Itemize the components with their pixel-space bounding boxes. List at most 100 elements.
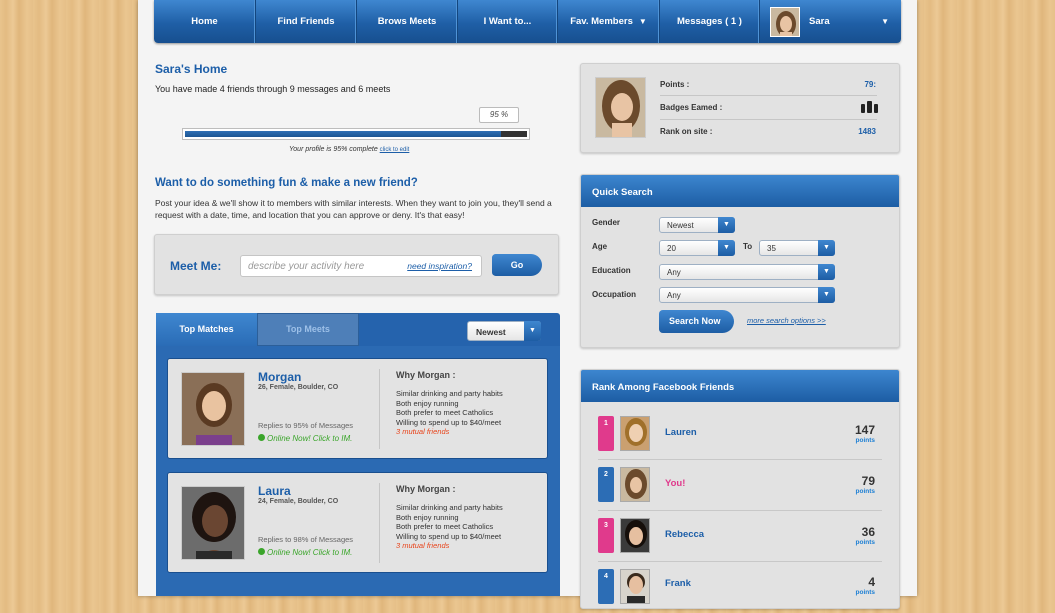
occupation-select[interactable]: Any ▼: [659, 287, 835, 303]
meet-me-label: Meet Me:: [170, 259, 222, 273]
education-select[interactable]: Any ▼: [659, 264, 835, 280]
user-name: Sara: [809, 16, 830, 27]
match-card[interactable]: Morgan 26, Female, Boulder, CO Replies t…: [167, 358, 548, 459]
ranking-row[interactable]: 3 Rebecca 36 points: [598, 512, 882, 562]
match-replies: Replies to 95% of Messages: [258, 421, 354, 430]
mutual-friends-link[interactable]: 3 mutual friends: [396, 541, 503, 551]
age-to-select[interactable]: 35 ▼: [759, 240, 835, 256]
nav-i-want-to[interactable]: I Want to...: [458, 0, 558, 43]
nav-label: Find Friends: [277, 16, 335, 27]
match-name[interactable]: Morgan: [258, 370, 301, 384]
online-now-link[interactable]: Online Now! Click to IM.: [258, 434, 352, 443]
stats-panel: Points : 79: Badges Eamed : Rank on site…: [580, 63, 900, 153]
rank-label: Rank on site :: [660, 127, 713, 136]
activity-input[interactable]: describe your activity here need inspira…: [240, 255, 482, 277]
badges-label: Badges Eamed :: [660, 103, 723, 112]
reason: Willing to spend up to $40/meet: [396, 531, 502, 541]
match-name[interactable]: Laura: [258, 484, 291, 498]
ranking-row[interactable]: 4 Frank 4 points: [598, 563, 882, 613]
online-text: Online Now! Click to IM.: [267, 548, 353, 557]
home-summary: You have made 4 friends through 9 messag…: [155, 84, 391, 94]
chevron-down-icon: ▼: [524, 321, 541, 341]
age-from-select[interactable]: 20 ▼: [659, 240, 735, 256]
education-label: Education: [592, 266, 631, 275]
why-heading: Why Morgan :: [396, 484, 456, 494]
progress-caption: Your profile is 95% complete click to ed…: [289, 146, 409, 153]
friend-points: 36: [861, 525, 875, 539]
points-unit: points: [855, 488, 876, 495]
friend-photo: [620, 518, 650, 553]
friend-photo: [620, 416, 650, 451]
to-label: To: [743, 242, 753, 251]
divider: [660, 119, 877, 120]
page: Home Find Friends Brows Meets I Want to.…: [138, 0, 917, 609]
match-info: 26, Female, Boulder, CO: [258, 384, 339, 391]
activity-placeholder: describe your activity here: [248, 261, 365, 272]
go-button[interactable]: Go: [492, 254, 542, 276]
occupation-value: Any: [667, 291, 681, 300]
edit-profile-link[interactable]: click to edit: [380, 147, 410, 153]
age-to-value: 35: [767, 244, 776, 253]
age-label: Age: [592, 242, 608, 251]
online-status-icon: [258, 434, 265, 441]
divider: [379, 483, 380, 563]
match-card[interactable]: Laura 24, Female, Boulder, CO Replies to…: [167, 472, 548, 573]
reason: Similar drinking and party habits: [396, 503, 503, 512]
nav-user-menu[interactable]: Sara ▼: [760, 0, 901, 43]
nav-label: I Want to...: [483, 16, 532, 27]
nav-label: Brows Meets: [377, 16, 437, 27]
rank-badge: 4: [598, 569, 614, 604]
friend-photo: [620, 569, 650, 604]
divider: [660, 95, 877, 96]
more-search-options-link[interactable]: more search options >>: [747, 316, 826, 325]
inspiration-link[interactable]: need inspiration?: [407, 261, 472, 271]
ranking-row[interactable]: 2 You! 79 points: [598, 461, 882, 511]
mutual-friends-link[interactable]: 3 mutual friends: [396, 427, 503, 437]
progress-remaining: [501, 131, 527, 137]
online-now-link[interactable]: Online Now! Click to IM.: [258, 548, 352, 557]
chevron-down-icon: ▼: [881, 17, 889, 26]
profile-progress-bar: [182, 128, 530, 140]
sort-value: Newest: [476, 327, 506, 337]
friend-photo: [620, 467, 650, 502]
education-value: Any: [667, 268, 681, 277]
friend-name[interactable]: You!: [665, 478, 685, 489]
progress-fill: [185, 131, 510, 137]
tab-top-matches[interactable]: Top Matches: [156, 313, 257, 346]
friend-name[interactable]: Rebecca: [665, 529, 704, 540]
sort-select[interactable]: Newest ▼: [467, 321, 541, 341]
nav-messages[interactable]: Messages ( 1 ): [660, 0, 760, 43]
friend-name[interactable]: Frank: [665, 578, 691, 589]
nav-fav-members[interactable]: Fav. Members ▼: [558, 0, 660, 43]
online-status-icon: [258, 548, 265, 555]
fun-title: Want to do something fun & make a new fr…: [155, 177, 418, 189]
chevron-down-icon: ▼: [818, 240, 835, 256]
friend-name[interactable]: Lauren: [665, 427, 697, 438]
chevron-down-icon: ▼: [718, 240, 735, 256]
points-unit: points: [855, 589, 876, 596]
page-title: Sara's Home: [155, 62, 228, 76]
match-info: 24, Female, Boulder, CO: [258, 498, 339, 505]
why-heading: Why Morgan :: [396, 370, 456, 380]
profile-photo: [595, 77, 646, 138]
reason: Both enjoy running: [396, 512, 459, 522]
fun-description: Post your idea & we'll show it to member…: [155, 198, 552, 220]
ranking-row[interactable]: 1 Lauren 147 points: [598, 410, 882, 460]
divider: [379, 369, 380, 449]
reason: Similar drinking and party habits: [396, 389, 503, 398]
friend-points: 4: [868, 575, 875, 589]
nav-home[interactable]: Home: [154, 0, 256, 43]
gender-select[interactable]: Newest ▼: [659, 217, 735, 233]
points-unit: points: [855, 539, 876, 546]
nav-label: Fav. Members: [570, 16, 633, 27]
tab-top-meets[interactable]: Top Meets: [257, 313, 359, 346]
nav-brows-meets[interactable]: Brows Meets: [357, 0, 458, 43]
quick-search-title: Quick Search: [581, 175, 899, 207]
match-photo: [181, 372, 245, 446]
reason: Both prefer to meet Catholics: [396, 408, 494, 417]
nav-find-friends[interactable]: Find Friends: [256, 0, 357, 43]
age-from-value: 20: [667, 244, 676, 253]
reasons-list: Similar drinking and party habits Both e…: [396, 503, 503, 551]
search-now-button[interactable]: Search Now: [659, 310, 734, 333]
badges-icon: [860, 101, 879, 116]
